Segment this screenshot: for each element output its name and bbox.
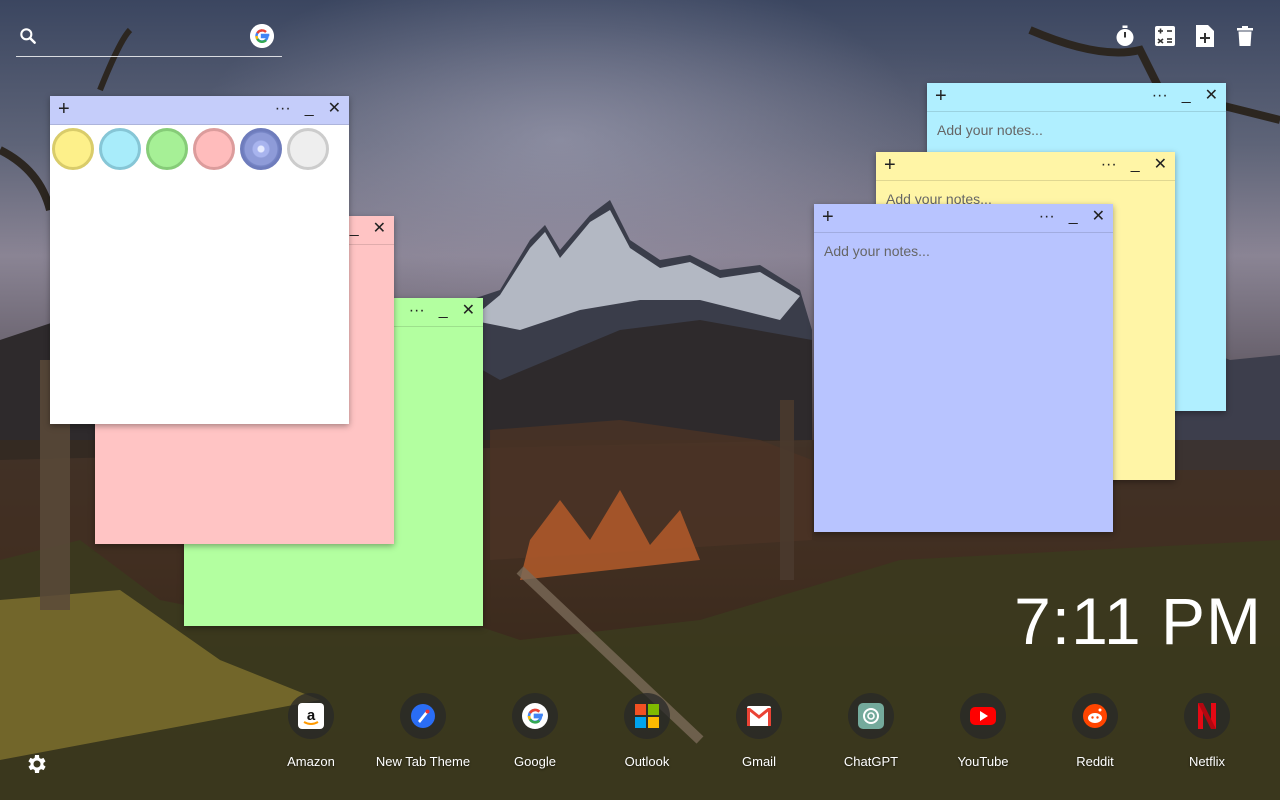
color-palette bbox=[50, 125, 349, 173]
shortcut-netflix[interactable]: Netflix bbox=[1151, 693, 1263, 769]
more-options-icon[interactable]: ··· bbox=[409, 302, 425, 320]
new-note-button[interactable] bbox=[1194, 24, 1216, 48]
note-header[interactable]: + ··· _ ✕ bbox=[927, 83, 1226, 112]
shortcut-google[interactable]: Google bbox=[479, 693, 591, 769]
color-swatch-blue-selected[interactable] bbox=[240, 128, 282, 170]
search-bar[interactable] bbox=[16, 22, 282, 57]
note-header[interactable]: + ··· _ ✕ bbox=[876, 152, 1175, 181]
new-tab-theme-icon bbox=[400, 693, 446, 739]
add-note-icon[interactable]: + bbox=[58, 99, 70, 119]
settings-gear-icon[interactable] bbox=[24, 752, 48, 776]
shortcut-label: Outlook bbox=[624, 754, 670, 769]
note-header[interactable]: + ··· _ ✕ bbox=[814, 204, 1113, 233]
add-note-icon bbox=[1196, 25, 1214, 47]
close-icon[interactable]: ✕ bbox=[1092, 208, 1105, 226]
shortcut-label: ChatGPT bbox=[843, 754, 899, 769]
note-header[interactable]: + ··· _ ✕ bbox=[50, 96, 349, 125]
svg-text:a: a bbox=[307, 707, 316, 724]
search-input[interactable] bbox=[50, 24, 254, 52]
color-swatch-white[interactable] bbox=[287, 128, 329, 170]
shortcut-amazon[interactable]: a Amazon bbox=[255, 693, 367, 769]
close-icon[interactable]: ✕ bbox=[462, 302, 475, 320]
delete-all-button[interactable] bbox=[1234, 24, 1256, 48]
more-options-icon[interactable]: ··· bbox=[1039, 208, 1055, 226]
stopwatch-icon bbox=[1116, 25, 1134, 46]
note-white[interactable]: + ··· _ ✕ bbox=[50, 96, 349, 424]
add-note-icon[interactable]: + bbox=[822, 207, 834, 227]
shortcut-label: Amazon bbox=[287, 754, 335, 769]
top-toolbar bbox=[1114, 24, 1256, 48]
chatgpt-icon bbox=[848, 693, 894, 739]
add-note-icon[interactable]: + bbox=[935, 86, 947, 106]
shortcut-label: Reddit bbox=[1076, 754, 1114, 769]
youtube-icon bbox=[960, 693, 1006, 739]
close-icon[interactable]: ✕ bbox=[328, 100, 341, 118]
more-options-icon[interactable]: ··· bbox=[275, 100, 291, 118]
calculator-button[interactable] bbox=[1154, 24, 1176, 48]
shortcut-label: YouTube bbox=[957, 754, 1009, 769]
minimize-icon[interactable]: _ bbox=[1182, 87, 1191, 105]
minimize-icon[interactable]: _ bbox=[350, 220, 359, 238]
add-note-icon[interactable]: + bbox=[884, 155, 896, 175]
shortcut-reddit[interactable]: Reddit bbox=[1039, 693, 1151, 769]
shortcut-youtube[interactable]: YouTube bbox=[927, 693, 1039, 769]
more-options-icon[interactable]: ··· bbox=[1152, 87, 1168, 105]
minimize-icon[interactable]: _ bbox=[1131, 156, 1140, 174]
calculator-icon bbox=[1155, 26, 1175, 46]
more-options-icon[interactable]: ··· bbox=[1101, 156, 1117, 174]
shortcut-label: Gmail bbox=[742, 754, 776, 769]
shortcut-gmail[interactable]: Gmail bbox=[703, 693, 815, 769]
clock: 7:11 PM bbox=[1014, 584, 1262, 658]
minimize-icon[interactable]: _ bbox=[439, 302, 448, 320]
trash-icon bbox=[1237, 26, 1253, 46]
shortcut-outlook[interactable]: Outlook bbox=[591, 693, 703, 769]
amazon-icon: a bbox=[288, 693, 334, 739]
shortcut-label: Netflix bbox=[1188, 754, 1226, 769]
note-textarea[interactable] bbox=[824, 243, 1103, 454]
color-swatch-pink[interactable] bbox=[193, 128, 235, 170]
netflix-icon bbox=[1184, 693, 1230, 739]
color-swatch-yellow[interactable] bbox=[52, 128, 94, 170]
gmail-icon bbox=[736, 693, 782, 739]
minimize-icon[interactable]: _ bbox=[305, 100, 314, 118]
shortcut-label: Google bbox=[514, 754, 556, 769]
google-search-icon[interactable] bbox=[250, 24, 274, 48]
close-icon[interactable]: ✕ bbox=[1205, 87, 1218, 105]
minimize-icon[interactable]: _ bbox=[1069, 208, 1078, 226]
close-icon[interactable]: ✕ bbox=[373, 220, 386, 238]
note-blue[interactable]: + ··· _ ✕ bbox=[814, 204, 1113, 532]
shortcut-dock: a Amazon New Tab Theme Google Outlook Gm… bbox=[255, 693, 1265, 769]
shortcut-label: New Tab Theme bbox=[375, 754, 471, 769]
google-icon bbox=[512, 693, 558, 739]
timer-button[interactable] bbox=[1114, 24, 1136, 48]
search-icon bbox=[20, 28, 36, 44]
outlook-icon bbox=[624, 693, 670, 739]
reddit-icon bbox=[1072, 693, 1118, 739]
shortcut-new-tab-theme[interactable]: New Tab Theme bbox=[367, 693, 479, 769]
close-icon[interactable]: ✕ bbox=[1154, 156, 1167, 174]
color-swatch-cyan[interactable] bbox=[99, 128, 141, 170]
color-swatch-green[interactable] bbox=[146, 128, 188, 170]
shortcut-chatgpt[interactable]: ChatGPT bbox=[815, 693, 927, 769]
